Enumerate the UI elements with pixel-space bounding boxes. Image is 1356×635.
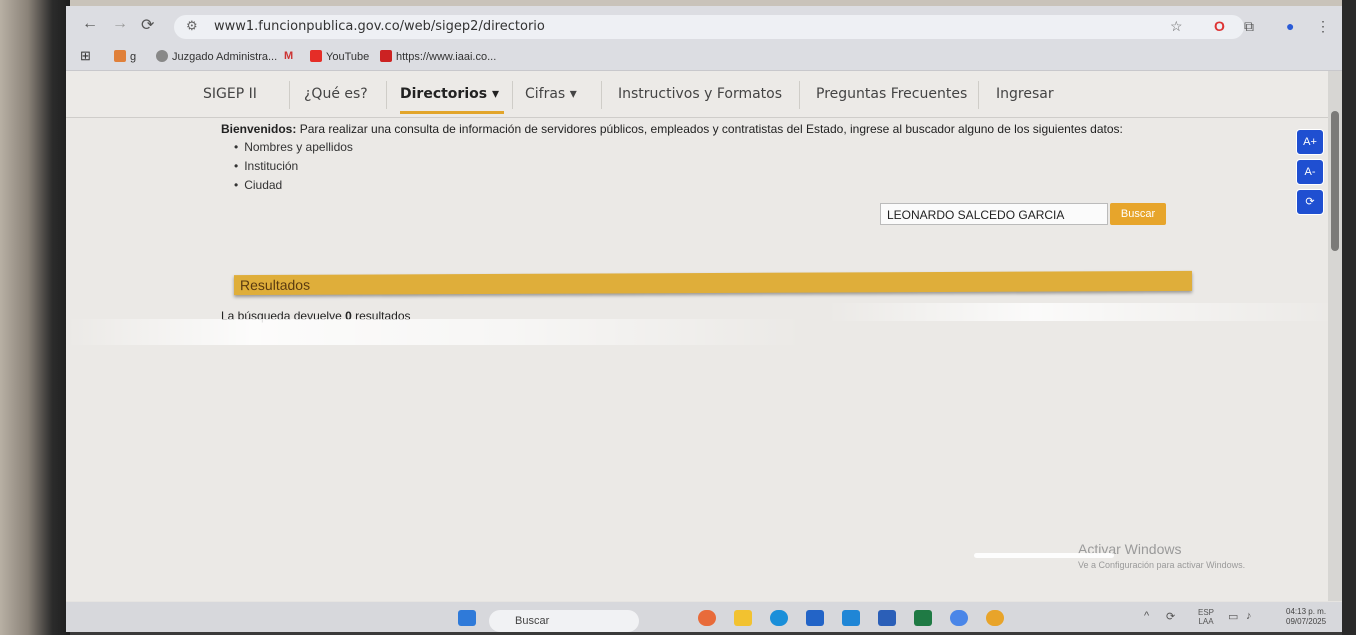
tray-chevron-up-icon[interactable]: ^ — [1144, 610, 1149, 622]
monitor-bezel-right — [1342, 0, 1356, 635]
welcome-text: Bienvenidos: Para realizar una consulta … — [221, 122, 1123, 136]
youtube-icon — [310, 50, 322, 62]
sync-icon[interactable]: ⟳ — [1166, 610, 1175, 623]
chevron-down-icon: ▾ — [569, 86, 577, 102]
scrollbar-thumb[interactable] — [1331, 111, 1339, 251]
back-arrow-icon[interactable]: ← — [82, 15, 98, 33]
chrome-profile-icon[interactable] — [986, 610, 1004, 626]
bookmark-juzgado[interactable]: Juzgado Administra... — [156, 50, 277, 63]
opera-extension-icon[interactable]: O — [1214, 18, 1225, 34]
site-navigation: SIGEP II ¿Qué es? Directorios ▾ Cifras ▾… — [66, 71, 1328, 118]
network-icon[interactable]: ▭ — [1228, 610, 1238, 623]
screen-glare — [66, 319, 806, 345]
clock[interactable]: 04:13 p. m. 09/07/2025 — [1286, 607, 1326, 627]
gmail-icon[interactable]: M — [284, 50, 293, 62]
site-info-icon[interactable]: ⚙ — [186, 18, 198, 34]
profile-avatar-icon[interactable]: ● — [1286, 18, 1294, 34]
decrease-font-button[interactable]: A- — [1296, 159, 1324, 185]
results-title: Resultados — [239, 276, 311, 294]
screen-glare — [974, 553, 1114, 558]
file-explorer-icon[interactable] — [734, 610, 752, 626]
search-button[interactable]: Buscar — [1110, 203, 1166, 225]
accessibility-toolbar: A+ A- ⟳ — [1294, 129, 1326, 215]
forward-arrow-icon[interactable]: → — [112, 15, 128, 33]
nav-divider — [799, 81, 800, 109]
widgets-icon[interactable] — [698, 610, 716, 626]
taskbar-search[interactable]: Buscar — [489, 610, 639, 632]
nav-divider — [601, 81, 602, 109]
chevron-down-icon: ▾ — [491, 86, 499, 102]
results-header: Resultados — [233, 270, 1193, 296]
screen-glare — [826, 303, 1342, 321]
menu-kebab-icon[interactable]: ⋮ — [1316, 18, 1330, 35]
search-input[interactable]: LEONARDO SALCEDO GARCIA — [880, 203, 1108, 225]
list-item: Nombres y apellidos — [234, 140, 353, 159]
nav-divider — [512, 81, 513, 109]
reload-icon[interactable]: ⟳ — [141, 15, 154, 35]
nav-sigep-ii[interactable]: SIGEP II — [203, 86, 257, 102]
windows-taskbar: Buscar ^ ⟳ ESP LAA ▭ ♪ 04:13 p. m. 09/07/2… — [66, 602, 1342, 632]
monitor-bezel-left — [0, 0, 70, 635]
nav-que-es[interactable]: ¿Qué es? — [304, 86, 368, 102]
outlook-icon[interactable] — [842, 610, 860, 626]
nav-ingresar[interactable]: Ingresar — [996, 86, 1054, 102]
reset-font-button[interactable]: ⟳ — [1296, 189, 1324, 215]
bookmark-g[interactable]: g — [114, 50, 136, 63]
page-content: SIGEP II ¿Qué es? Directorios ▾ Cifras ▾… — [66, 71, 1342, 601]
browser-toolbar: ← → ⟳ ⚙ www1.funcionpublica.gov.co/web/s… — [66, 6, 1342, 44]
excel-icon[interactable] — [914, 610, 932, 626]
iaai-icon — [380, 50, 392, 62]
url-text: www1.funcionpublica.gov.co/web/sigep2/di… — [214, 19, 545, 34]
page-scrollbar[interactable] — [1328, 71, 1342, 601]
edge-icon[interactable] — [770, 610, 788, 626]
search-criteria-list: Nombres y apellidos Institución Ciudad — [234, 140, 353, 197]
active-tab-indicator — [400, 111, 504, 114]
store-icon[interactable] — [806, 610, 824, 626]
bookmark-youtube[interactable]: YouTube — [310, 50, 369, 63]
nav-directorios[interactable]: Directorios ▾ — [400, 86, 499, 102]
bookmark-iaai[interactable]: https://www.iaai.co... — [380, 50, 496, 63]
extensions-puzzle-icon[interactable]: ⧉ — [1244, 18, 1254, 35]
increase-font-button[interactable]: A+ — [1296, 129, 1324, 155]
nav-divider — [978, 81, 979, 109]
windows-start-icon[interactable] — [458, 610, 476, 626]
word-icon[interactable] — [878, 610, 896, 626]
star-bookmark-icon[interactable]: ☆ — [1170, 18, 1183, 35]
nav-divider — [386, 81, 387, 109]
apps-grid-icon[interactable]: ⊞ — [80, 48, 91, 64]
nav-cifras[interactable]: Cifras ▾ — [525, 86, 577, 102]
court-icon — [156, 50, 168, 62]
bookmarks-bar: ⊞ g Juzgado Administra... M YouTube http… — [66, 44, 1342, 71]
nav-instructivos[interactable]: Instructivos y Formatos — [618, 86, 782, 102]
nav-preguntas[interactable]: Preguntas Frecuentes — [816, 86, 967, 102]
list-item: Institución — [234, 159, 353, 178]
volume-icon[interactable]: ♪ — [1246, 610, 1252, 622]
screen: ← → ⟳ ⚙ www1.funcionpublica.gov.co/web/s… — [66, 6, 1342, 632]
address-bar[interactable]: ⚙ www1.funcionpublica.gov.co/web/sigep2/… — [174, 15, 1244, 39]
list-item: Ciudad — [234, 178, 353, 197]
chrome-icon[interactable] — [950, 610, 968, 626]
nav-divider — [289, 81, 290, 109]
language-indicator[interactable]: ESP LAA — [1198, 608, 1214, 626]
bookmark-folder-icon — [114, 50, 126, 62]
